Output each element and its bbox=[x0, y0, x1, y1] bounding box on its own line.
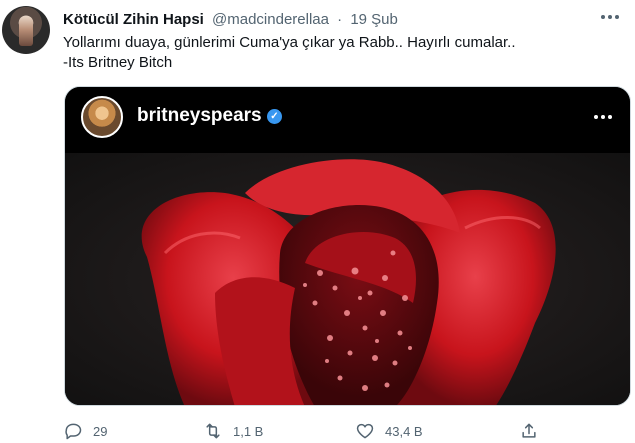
tweet-header: Kötücül Zihin Hapsi @madcinderellaa · 19… bbox=[63, 10, 398, 30]
separator-dot: · bbox=[337, 11, 343, 28]
reply-button[interactable]: 29 bbox=[63, 420, 107, 442]
reply-icon bbox=[65, 423, 82, 440]
verified-icon: ✓ bbox=[267, 109, 282, 124]
heart-icon bbox=[356, 423, 374, 439]
tweet-actions: 29 1,1 B 43,4 B bbox=[63, 420, 563, 442]
tweet-date[interactable]: 19 Şub bbox=[350, 11, 398, 28]
more-icon[interactable] bbox=[599, 8, 621, 26]
tweet-text-line: Yollarımı duaya, günlerimi Cuma'ya çıkar… bbox=[63, 34, 516, 51]
retweet-icon bbox=[206, 423, 220, 439]
tweet-media[interactable]: britneyspears ✓ bbox=[64, 86, 631, 406]
tweet-text: Yollarımı duaya, günlerimi Cuma'ya çıkar… bbox=[63, 33, 623, 73]
rose-photo bbox=[65, 153, 630, 405]
retweet-count: 1,1 B bbox=[233, 423, 264, 439]
instagram-avatar bbox=[81, 96, 123, 138]
tweet-text-line: -Its Britney Bitch bbox=[63, 54, 173, 71]
like-count: 43,4 B bbox=[385, 423, 423, 439]
instagram-header: britneyspears ✓ bbox=[65, 87, 630, 153]
author-avatar[interactable] bbox=[2, 6, 50, 54]
like-button[interactable]: 43,4 B bbox=[355, 420, 423, 442]
reply-count: 29 bbox=[93, 423, 108, 439]
author-name[interactable]: Kötücül Zihin Hapsi bbox=[63, 11, 204, 28]
share-icon bbox=[522, 423, 536, 438]
author-handle[interactable]: @madcinderellaa bbox=[212, 11, 329, 28]
rose-image bbox=[65, 153, 630, 405]
avatar-figure bbox=[19, 16, 33, 46]
instagram-more-icon bbox=[594, 115, 612, 119]
instagram-username: britneyspears bbox=[137, 105, 262, 126]
retweet-button[interactable]: 1,1 B bbox=[203, 420, 263, 442]
share-button[interactable] bbox=[519, 420, 539, 442]
